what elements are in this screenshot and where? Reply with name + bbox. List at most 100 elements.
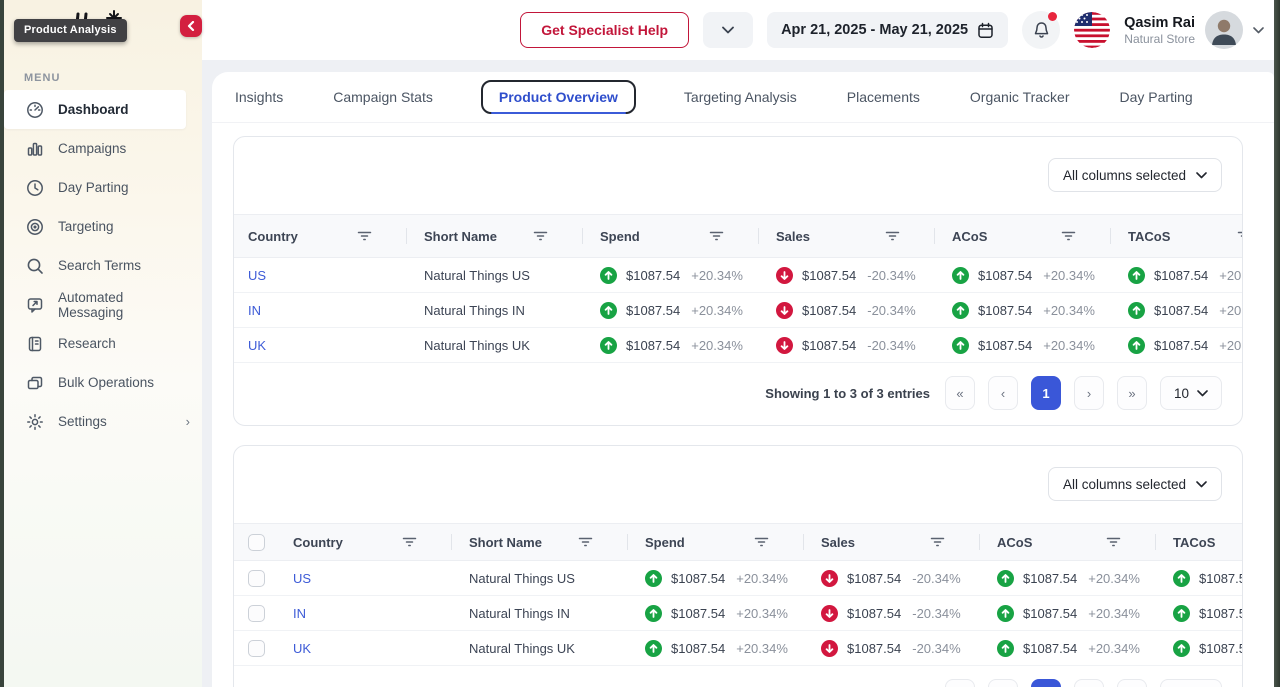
- pagination-last-button[interactable]: »: [1117, 679, 1147, 687]
- tab-targeting-analysis[interactable]: Targeting Analysis: [682, 81, 799, 113]
- target-icon: [25, 217, 44, 236]
- tacos-cell: $1087.54 +20.34%: [1114, 302, 1243, 319]
- sidebar-item-automated-messaging[interactable]: Automated Messaging: [4, 285, 202, 324]
- chevron-down-icon: [722, 26, 734, 34]
- sidebar-nav: Dashboard Campaigns Day Parting Targetin…: [4, 90, 202, 441]
- notifications-button[interactable]: [1022, 11, 1060, 49]
- filter-icon[interactable]: [1237, 230, 1243, 242]
- sidebar-item-bulk-operations[interactable]: Bulk Operations: [4, 363, 202, 402]
- trend-up-icon: [1128, 337, 1145, 354]
- logo-row: Product Analysis: [4, 0, 202, 58]
- col-acos: ACoS: [983, 524, 1159, 560]
- metric-change: -20.34%: [912, 571, 960, 586]
- sidebar-item-search-terms[interactable]: Search Terms: [4, 246, 202, 285]
- sales-cell: $1087.54 -20.34%: [762, 267, 938, 284]
- filter-icon[interactable]: [754, 536, 769, 548]
- country-link[interactable]: IN: [279, 606, 455, 621]
- pagination-prev-button[interactable]: ‹: [988, 376, 1018, 410]
- row-checkbox[interactable]: [248, 640, 265, 657]
- pagination-first-button[interactable]: «: [945, 376, 975, 410]
- sidebar-item-campaigns[interactable]: Campaigns: [4, 129, 202, 168]
- page-size-dropdown[interactable]: 10: [1160, 376, 1222, 410]
- metric-value: $1087.54: [802, 338, 856, 353]
- table-row: US Natural Things US $1087.54 +20.34% $1…: [234, 561, 1243, 596]
- select-all-cell: [234, 524, 279, 560]
- metric-change: +20.34%: [1043, 338, 1095, 353]
- filter-icon[interactable]: [402, 536, 417, 548]
- trend-up-icon: [952, 337, 969, 354]
- header-dropdown-button[interactable]: [703, 12, 753, 48]
- book-icon: [25, 334, 44, 353]
- country-link[interactable]: UK: [279, 641, 455, 656]
- trend-down-icon: [821, 570, 838, 587]
- pagination-page-1-button[interactable]: 1: [1031, 679, 1061, 687]
- trend-up-icon: [997, 640, 1014, 657]
- pagination-next-button[interactable]: ›: [1074, 376, 1104, 410]
- select-all-checkbox[interactable]: [248, 534, 265, 551]
- tacos-cell: $1087.54 +20.34%: [1159, 640, 1243, 657]
- date-range-picker[interactable]: Apr 21, 2025 - May 21, 2025: [767, 12, 1008, 48]
- tab-product-overview[interactable]: Product Overview: [481, 80, 636, 114]
- main-card: Insights Campaign Stats Product Overview…: [212, 72, 1274, 687]
- pagination-prev-button[interactable]: ‹: [988, 679, 1018, 687]
- country-link[interactable]: US: [279, 571, 455, 586]
- filter-icon[interactable]: [885, 230, 900, 242]
- sidebar-item-label: Settings: [58, 414, 107, 429]
- pagination-last-button[interactable]: »: [1117, 376, 1147, 410]
- tacos-cell: $1087.54 +20.34%: [1114, 337, 1243, 354]
- country-link[interactable]: US: [234, 268, 410, 283]
- us-flag-icon[interactable]: [1074, 12, 1110, 48]
- columns-select-dropdown[interactable]: All columns selected: [1048, 158, 1222, 192]
- table-toolbar: All columns selected: [234, 446, 1242, 501]
- row-checkbox[interactable]: [248, 570, 265, 587]
- metric-change: +20.34%: [1219, 268, 1243, 283]
- page-size-dropdown[interactable]: 10: [1160, 679, 1222, 687]
- col-spend: Spend: [631, 524, 807, 560]
- acos-cell: $1087.54 +20.34%: [983, 570, 1159, 587]
- sidebar-item-day-parting[interactable]: Day Parting: [4, 168, 202, 207]
- sidebar-collapse-button[interactable]: [180, 15, 202, 37]
- country-link[interactable]: UK: [234, 338, 410, 353]
- row-checkbox[interactable]: [248, 605, 265, 622]
- metric-change: +20.34%: [1219, 303, 1243, 318]
- filter-icon[interactable]: [357, 230, 372, 242]
- date-range-value: Apr 21, 2025 - May 21, 2025: [781, 22, 968, 38]
- filter-icon[interactable]: [1106, 536, 1121, 548]
- country-link[interactable]: IN: [234, 303, 410, 318]
- tab-campaign-stats[interactable]: Campaign Stats: [331, 81, 435, 113]
- metric-change: +20.34%: [736, 641, 788, 656]
- metric-value: $1087.54: [802, 268, 856, 283]
- col-sales: Sales: [807, 524, 983, 560]
- tab-organic-tracker[interactable]: Organic Tracker: [968, 81, 1072, 113]
- spend-cell: $1087.54 +20.34%: [586, 302, 762, 319]
- get-specialist-help-button[interactable]: Get Specialist Help: [520, 12, 689, 48]
- tab-placements[interactable]: Placements: [845, 81, 922, 113]
- trend-down-icon: [821, 605, 838, 622]
- filter-icon[interactable]: [709, 230, 724, 242]
- trend-up-icon: [645, 570, 662, 587]
- tab-insights[interactable]: Insights: [233, 81, 285, 113]
- acos-cell: $1087.54 +20.34%: [938, 337, 1114, 354]
- filter-icon[interactable]: [1061, 230, 1076, 242]
- logo-tooltip: Product Analysis: [14, 19, 127, 42]
- sidebar-item-dashboard[interactable]: Dashboard: [4, 90, 186, 129]
- filter-icon[interactable]: [578, 536, 593, 548]
- pagination: Showing 1 to 3 of 3 entries « ‹ 1 › » 10: [234, 363, 1242, 425]
- metric-value: $1087.54: [671, 606, 725, 621]
- sidebar-item-targeting[interactable]: Targeting: [4, 207, 202, 246]
- row-select-cell: [234, 570, 279, 587]
- sidebar-item-settings[interactable]: Settings ›: [4, 402, 202, 441]
- tab-bar: Insights Campaign Stats Product Overview…: [212, 72, 1274, 123]
- tab-day-parting[interactable]: Day Parting: [1118, 81, 1195, 113]
- filter-icon[interactable]: [930, 536, 945, 548]
- columns-select-dropdown[interactable]: All columns selected: [1048, 467, 1222, 501]
- filter-icon[interactable]: [533, 230, 548, 242]
- pagination-page-1-button[interactable]: 1: [1031, 376, 1061, 410]
- window-edge-right: [1274, 0, 1280, 687]
- user-menu[interactable]: Qasim Rai Natural Store: [1124, 11, 1264, 49]
- sidebar-item-research[interactable]: Research: [4, 324, 202, 363]
- pagination-next-button[interactable]: ›: [1074, 679, 1104, 687]
- columns-select-label: All columns selected: [1063, 477, 1186, 492]
- col-label: Country: [293, 535, 343, 550]
- pagination-first-button[interactable]: «: [945, 679, 975, 687]
